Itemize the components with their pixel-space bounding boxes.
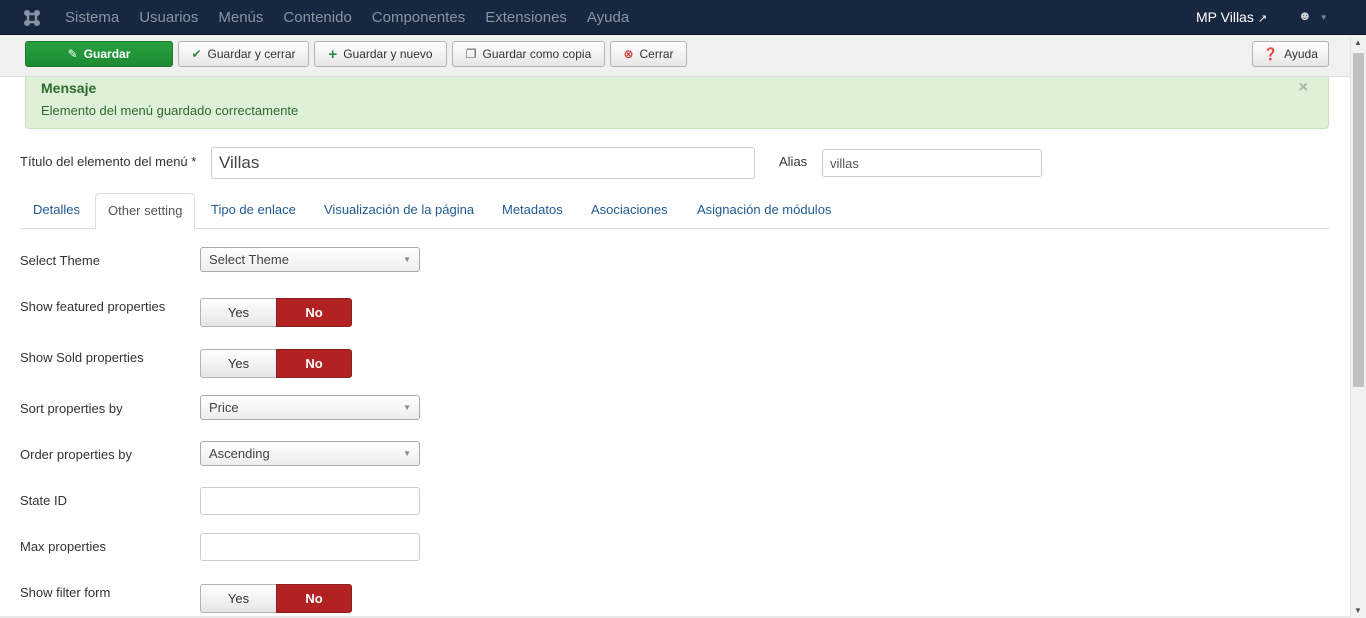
scrollbar-thumb[interactable]	[1353, 53, 1364, 387]
save-copy-button[interactable]: ❐ Guardar como copia	[452, 41, 605, 67]
save-close-button[interactable]: ✔ Guardar y cerrar	[178, 41, 309, 67]
tab-tipo-de-enlace[interactable]: Tipo de enlace	[199, 193, 308, 229]
show-featured-toggle: Yes No	[200, 298, 352, 327]
menu-item-extensiones[interactable]: Extensiones	[475, 0, 577, 35]
tab-bar: Detalles Other setting Tipo de enlace Vi…	[20, 193, 1329, 230]
max-properties-input[interactable]	[200, 533, 420, 561]
title-label: Título del elemento del menú *	[20, 154, 197, 169]
tab-detalles[interactable]: Detalles	[21, 193, 92, 229]
title-input[interactable]: Villas	[211, 147, 755, 179]
message-heading: Mensaje	[41, 80, 97, 96]
scroll-up-icon[interactable]: ▲	[1354, 38, 1362, 47]
menu-item-componentes[interactable]: Componentes	[362, 0, 475, 35]
toolbar: ✎ Guardar ✔ Guardar y cerrar + Guardar y nu…	[0, 35, 1350, 77]
show-featured-yes[interactable]: Yes	[200, 298, 276, 327]
save-button[interactable]: ✎ Guardar	[25, 41, 173, 67]
tab-asignacion-modulos[interactable]: Asignación de módulos	[685, 193, 843, 229]
show-sold-no[interactable]: No	[276, 349, 352, 378]
site-link[interactable]: MP Villas ↗	[1196, 0, 1267, 37]
show-filter-no[interactable]: No	[276, 584, 352, 613]
copy-icon: ❐	[465, 47, 477, 61]
alias-label: Alias	[779, 154, 808, 169]
tab-other-setting[interactable]: Other setting	[95, 193, 196, 230]
order-by-label: Order properties by	[20, 447, 132, 462]
question-circle-icon: ❓	[1263, 47, 1279, 61]
state-id-input[interactable]	[200, 487, 420, 515]
message-text: Elemento del menú guardado correctamente	[41, 103, 299, 118]
chevron-down-icon: ▼	[403, 403, 411, 412]
vertical-scrollbar[interactable]: ▲ ▼	[1350, 35, 1366, 618]
state-id-label: State ID	[20, 493, 67, 508]
order-by-dropdown[interactable]: Ascending ▼	[200, 441, 420, 466]
save-new-button[interactable]: + Guardar y nuevo	[314, 41, 447, 67]
external-link-icon: ↗	[1257, 13, 1268, 25]
close-message-icon[interactable]: ×	[1299, 79, 1308, 97]
site-name: MP Villas	[1196, 9, 1254, 25]
show-filter-toggle: Yes No	[200, 584, 352, 613]
user-icon: ☻	[1298, 8, 1312, 23]
select-theme-label: Select Theme	[20, 253, 100, 268]
show-featured-no[interactable]: No	[276, 298, 352, 327]
joomla-logo-icon[interactable]	[22, 8, 42, 28]
show-featured-label: Show featured properties	[20, 299, 166, 314]
chevron-down-icon: ▼	[403, 449, 411, 458]
sort-by-label: Sort properties by	[20, 401, 123, 416]
show-filter-yes[interactable]: Yes	[200, 584, 276, 613]
help-button[interactable]: ❓ Ayuda	[1252, 41, 1329, 67]
menu-item-ayuda[interactable]: Ayuda	[577, 0, 639, 35]
chevron-down-icon: ▼	[1319, 13, 1328, 22]
plus-icon: +	[328, 45, 338, 63]
success-message: Mensaje Elemento del menú guardado corre…	[25, 77, 1329, 129]
menu-item-usuarios[interactable]: Usuarios	[129, 0, 208, 35]
tab-visualizacion[interactable]: Visualización de la página	[312, 193, 486, 229]
close-button[interactable]: ⊗ Cerrar	[610, 41, 687, 67]
max-properties-label: Max properties	[20, 539, 106, 554]
menu-item-menus[interactable]: Menús	[208, 0, 273, 35]
show-filter-label: Show filter form	[20, 585, 111, 600]
scroll-down-icon[interactable]: ▼	[1354, 606, 1362, 615]
menu-item-contenido[interactable]: Contenido	[273, 0, 361, 35]
show-sold-label: Show Sold properties	[20, 350, 144, 365]
main-menu: Sistema Usuarios Menús Contenido Compone…	[55, 0, 639, 35]
user-menu[interactable]: ☻ ▼	[1298, 8, 1328, 23]
alias-input[interactable]: villas	[822, 149, 1042, 177]
check-icon: ✔	[191, 47, 202, 61]
tab-metadatos[interactable]: Metadatos	[490, 193, 575, 229]
sort-by-dropdown[interactable]: Price ▼	[200, 395, 420, 420]
tab-asociaciones[interactable]: Asociaciones	[579, 193, 680, 229]
menu-item-sistema[interactable]: Sistema	[55, 0, 129, 35]
show-sold-toggle: Yes No	[200, 349, 352, 378]
chevron-down-icon: ▼	[403, 255, 411, 264]
edit-icon: ✎	[67, 47, 78, 61]
select-theme-dropdown[interactable]: Select Theme ▼	[200, 247, 420, 272]
top-navbar: Sistema Usuarios Menús Contenido Compone…	[0, 0, 1366, 35]
close-circle-icon: ⊗	[623, 47, 634, 61]
show-sold-yes[interactable]: Yes	[200, 349, 276, 378]
